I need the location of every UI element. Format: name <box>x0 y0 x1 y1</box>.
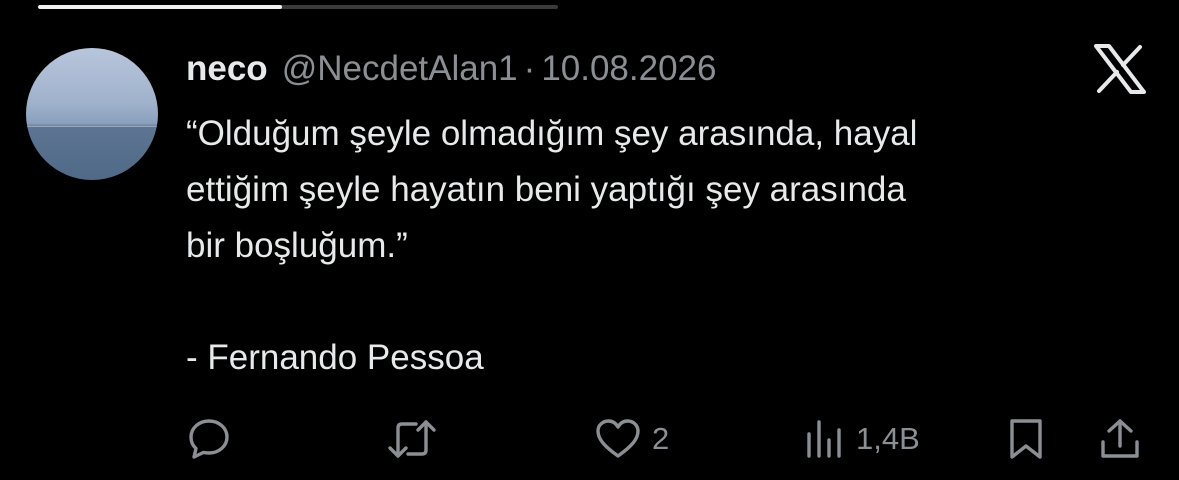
share-icon <box>1101 419 1139 458</box>
share-button[interactable] <box>1098 414 1142 464</box>
bookmark-icon <box>1010 419 1042 459</box>
x-logo-icon <box>1094 44 1146 94</box>
like-count: 2 <box>652 421 670 456</box>
retweet-button[interactable] <box>386 414 438 464</box>
views-count: 1,4B <box>856 421 920 456</box>
tweet-body: “Olduğum şeyle olmadığım şey arasında, h… <box>186 106 1146 386</box>
story-progress-bar <box>38 5 558 9</box>
author-name[interactable]: neco <box>186 48 268 90</box>
tweet-header: neco @NecdetAlan1 · 10.08.2026 <box>186 48 716 90</box>
tweet-quote: “Olduğum şeyle olmadığım şey arasında, h… <box>186 114 918 265</box>
like-button[interactable]: 2 <box>594 414 669 464</box>
tweet-date[interactable]: 10.08.2026 <box>541 48 716 90</box>
tweet-attribution: - Fernando Pessoa <box>186 338 484 377</box>
tweet-actions: 2 1,4B <box>0 414 1179 464</box>
separator-dot: · <box>523 49 536 88</box>
bookmark-button[interactable] <box>1006 414 1046 464</box>
reply-button[interactable] <box>186 414 232 464</box>
heart-icon <box>596 419 640 458</box>
views-button[interactable]: 1,4B <box>804 414 920 464</box>
reply-icon <box>189 419 229 459</box>
retweet-icon <box>388 420 436 458</box>
story-progress-fill <box>38 5 283 9</box>
author-handle[interactable]: @NecdetAlan1 <box>282 48 518 90</box>
views-icon <box>807 420 841 458</box>
avatar[interactable] <box>26 48 158 180</box>
